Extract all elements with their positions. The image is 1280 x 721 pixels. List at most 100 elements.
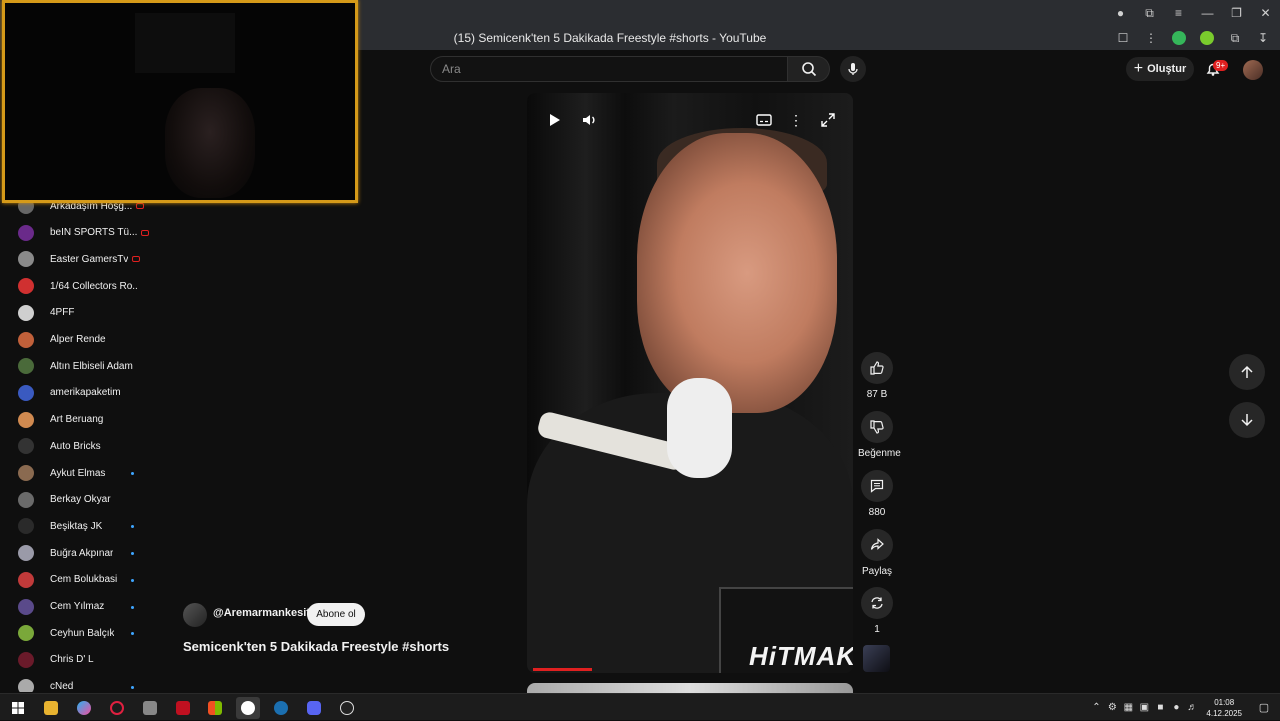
more-options-button[interactable]: ⋮ [785, 109, 807, 131]
downloads-icon[interactable]: ↧ [1252, 27, 1274, 49]
sidebar-subscription-item[interactable]: Aykut Elmas [18, 463, 158, 483]
app-taskbar-1[interactable] [138, 697, 162, 719]
sidebar-subscription-item[interactable]: Alper Rende [18, 330, 158, 350]
voice-search-button[interactable] [840, 56, 866, 82]
subscription-name: Aykut Elmas [50, 467, 106, 479]
remix-action[interactable]: 1 [858, 587, 896, 635]
sidebar-subscription-item[interactable]: Beşiktaş JK [18, 516, 158, 536]
dislike-action[interactable]: Beğenme [858, 411, 901, 459]
subscription-name: 4PFF [50, 307, 75, 319]
extensions-icon[interactable]: ⧉ [1224, 27, 1246, 49]
start-button[interactable] [6, 697, 30, 719]
network-app-icon[interactable]: ▦ [1120, 702, 1136, 713]
short-title[interactable]: Semicenk'ten 5 Dakikada Freestyle #short… [183, 639, 449, 654]
live-indicator-icon [136, 203, 145, 209]
restore-button[interactable]: ❐ [1222, 0, 1251, 26]
opera-taskbar[interactable] [105, 697, 129, 719]
share-button[interactable] [861, 529, 893, 561]
address-bar-actions: ☐ ⋮ ⧉ ↧ [1112, 26, 1274, 50]
notification-center-icon[interactable]: ▢ [1252, 701, 1276, 714]
remix-button[interactable] [861, 587, 893, 619]
subscription-name: Easter GamersTv [50, 253, 129, 265]
channel-avatar[interactable] [183, 603, 207, 627]
sidebar-subscription-item[interactable]: Easter GamersTv [18, 249, 158, 269]
steam-taskbar[interactable] [269, 697, 293, 719]
next-short-button[interactable] [1229, 402, 1265, 438]
sidebar-subscription-item[interactable]: amerikapaketim [18, 383, 158, 403]
mute-button[interactable] [579, 109, 601, 131]
clock[interactable]: 01:08 4.12.2025 [1206, 697, 1242, 719]
close-button[interactable]: ✕ [1251, 0, 1280, 26]
tray-app-icon[interactable]: ⚙ [1104, 702, 1120, 713]
share-action[interactable]: Paylaş [858, 529, 896, 577]
remix-count: 1 [874, 624, 880, 635]
obs-taskbar[interactable] [335, 697, 359, 719]
sidebar-subscription-item[interactable]: Altın Elbiseli Adam [18, 356, 158, 376]
display-icon[interactable]: ▣ [1136, 702, 1152, 713]
volume-tray-icon[interactable]: ♬ [1184, 702, 1200, 713]
extension-lime-icon[interactable] [1196, 27, 1218, 49]
like-count: 87 B [866, 389, 888, 400]
subscription-name: 1/64 Collectors Ro... [50, 280, 138, 292]
store-taskbar[interactable] [203, 697, 227, 719]
account-avatar[interactable] [1243, 60, 1263, 80]
sidebar-subscription-item[interactable]: Chris D' L [18, 650, 158, 670]
file-explorer-taskbar[interactable] [39, 697, 63, 719]
dislike-button[interactable] [861, 411, 893, 443]
profile-icon[interactable]: ● [1106, 0, 1135, 26]
app-taskbar-2[interactable] [171, 697, 195, 719]
time: 01:08 [1214, 697, 1235, 707]
create-label: Oluştur [1147, 63, 1187, 75]
sidebar-subscription-item[interactable]: Berkay Okyar [18, 490, 158, 510]
audio-channel-thumbnail[interactable] [863, 645, 890, 672]
channel-avatar [18, 304, 34, 321]
shield-icon[interactable]: ■ [1152, 702, 1168, 713]
channel-name[interactable]: @Aremarmankesit [213, 607, 310, 619]
create-button[interactable]: + Oluştur [1126, 57, 1194, 81]
shorts-video-player[interactable]: HiTMAKE ⋮ [527, 93, 853, 673]
copilot-taskbar[interactable] [72, 697, 96, 719]
sidebar-subscription-item[interactable]: beIN SPORTS Tü... [18, 223, 158, 243]
chevron-up-icon[interactable]: ⌃ [1088, 702, 1104, 713]
sidebar-subscription-item[interactable]: Art Beruang [18, 410, 158, 430]
sidebar-subscription-item[interactable]: Buğra Akpınar [18, 543, 158, 563]
sidebar-subscription-item[interactable]: cNed [18, 677, 158, 692]
channel-avatar [18, 251, 34, 268]
like-button[interactable] [861, 352, 893, 384]
volume-icon [583, 115, 595, 125]
next-short-preview[interactable] [527, 683, 853, 693]
bookmark-icon[interactable]: ☐ [1112, 27, 1134, 49]
play-button[interactable] [543, 109, 565, 131]
sidebar-subscription-item[interactable]: Cem Bolukbasi [18, 570, 158, 590]
tabs-menu-icon[interactable]: ≡ [1164, 0, 1193, 26]
sidebar-subscription-item[interactable]: 4PFF [18, 303, 158, 323]
subscribe-button[interactable]: Abone ol [307, 603, 365, 626]
steam-icon [274, 701, 288, 715]
fullscreen-button[interactable] [817, 109, 839, 131]
sidebar-subscription-item[interactable]: Ceyhun Balçık [18, 623, 158, 643]
microphone-tray-icon[interactable]: ● [1168, 702, 1184, 713]
like-action[interactable]: 87 B [858, 352, 896, 400]
channel-avatar [18, 625, 34, 642]
comments-action[interactable]: 880 [858, 470, 896, 518]
channel-avatar [18, 491, 34, 508]
video-progress-bar[interactable] [533, 668, 592, 671]
previous-short-button[interactable] [1229, 354, 1265, 390]
comments-button[interactable] [861, 470, 893, 502]
extension-green-icon[interactable] [1168, 27, 1190, 49]
sidebar-subscription-item[interactable]: Cem Yılmaz [18, 597, 158, 617]
search-button[interactable] [788, 56, 830, 82]
discord-taskbar[interactable] [302, 697, 326, 719]
yandex-browser-taskbar[interactable] [236, 697, 260, 719]
minimize-button[interactable]: — [1193, 0, 1222, 26]
search-box [430, 56, 788, 82]
sidebar-subscription-item[interactable]: 1/64 Collectors Ro... [18, 276, 158, 296]
captions-button[interactable] [753, 109, 775, 131]
channel-avatar [18, 571, 34, 588]
collections-icon[interactable]: ⧉ [1135, 0, 1164, 26]
channel-avatar [18, 545, 34, 562]
more-options-icon[interactable]: ⋮ [1140, 27, 1162, 49]
sidebar-subscription-item[interactable]: Auto Bricks [18, 436, 158, 456]
captions-icon [756, 114, 772, 126]
search-input[interactable] [431, 57, 787, 81]
